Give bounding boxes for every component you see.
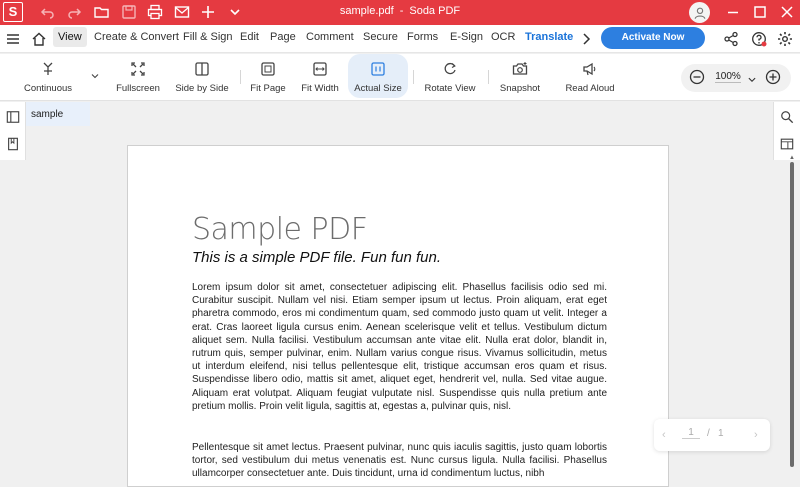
menu-page[interactable]: Page: [270, 31, 296, 43]
menu-create-convert[interactable]: Create & Convert: [94, 31, 179, 43]
toolbar-divider: [488, 70, 489, 84]
zoom-out-icon[interactable]: [689, 69, 707, 87]
tool-side-by-side[interactable]: Side by Side: [175, 54, 229, 98]
open-folder-icon[interactable]: [94, 4, 110, 20]
camera-icon: [511, 60, 529, 78]
add-icon[interactable]: [200, 4, 216, 20]
soda-pdf-logo: S: [3, 2, 23, 22]
toolbar-divider: [240, 70, 241, 84]
fit-width-icon: [311, 60, 329, 78]
menu-edit[interactable]: Edit: [240, 31, 259, 43]
current-page-input[interactable]: 1: [682, 427, 700, 439]
print-icon[interactable]: [147, 4, 163, 20]
title-separator: -: [399, 5, 404, 17]
close-icon[interactable]: [779, 4, 795, 20]
fullscreen-icon: [129, 60, 147, 78]
tool-fullscreen[interactable]: Fullscreen: [116, 54, 160, 98]
home-icon[interactable]: [31, 31, 47, 47]
pdf-subtitle: This is a simple PDF file. Fun fun fun.: [192, 249, 441, 266]
right-panel-rail: [773, 102, 800, 160]
vertical-scrollbar[interactable]: ▲: [789, 155, 796, 487]
search-icon[interactable]: [780, 110, 796, 126]
view-toolbar: Continuous Fullscreen Side by Side Fit P…: [0, 54, 800, 101]
redo-icon[interactable]: [66, 4, 82, 20]
menu-fill-sign[interactable]: Fill & Sign: [183, 31, 233, 43]
pdf-paragraph: Pellentesque sit amet lectus. Praesent p…: [192, 442, 607, 480]
undo-icon[interactable]: [40, 4, 56, 20]
rotate-icon: [441, 60, 459, 78]
tool-fullscreen-label: Fullscreen: [116, 83, 160, 94]
left-panel-rail: [0, 102, 26, 160]
pdf-title: Sample PDF: [192, 212, 368, 247]
maximize-icon[interactable]: [752, 4, 768, 20]
chevron-right-icon[interactable]: [578, 31, 594, 47]
scrollbar-thumb[interactable]: [790, 162, 794, 467]
email-icon[interactable]: [174, 4, 190, 20]
user-avatar-icon[interactable]: [689, 2, 710, 23]
continuous-icon: [39, 60, 57, 78]
tool-read-aloud[interactable]: Read Aloud: [563, 54, 617, 98]
save-icon[interactable]: [121, 4, 137, 20]
help-icon[interactable]: [751, 31, 767, 47]
zoom-level-input[interactable]: 100%: [715, 71, 741, 83]
app-name: Soda PDF: [409, 5, 461, 17]
menu-e-sign[interactable]: E-Sign: [450, 31, 483, 43]
actual-size-icon: [369, 60, 387, 78]
menu-ocr[interactable]: OCR: [491, 31, 515, 43]
zoom-control: 100%: [681, 64, 791, 92]
menu-forms[interactable]: Forms: [407, 31, 438, 43]
menu-view[interactable]: View: [53, 27, 87, 47]
menu-secure[interactable]: Secure: [363, 31, 398, 43]
side-by-side-icon: [193, 60, 211, 78]
properties-panel-icon[interactable]: [780, 137, 796, 153]
menu-comment[interactable]: Comment: [306, 31, 354, 43]
file-name: sample.pdf: [339, 5, 394, 17]
window-title: sample.pdf - Soda PDF: [0, 5, 800, 17]
total-pages: 1: [718, 428, 724, 439]
tool-actual-size[interactable]: Actual Size: [348, 54, 408, 98]
tool-read-aloud-label: Read Aloud: [565, 83, 615, 94]
document-tab[interactable]: sample: [26, 102, 90, 126]
pdf-page: Sample PDF This is a simple PDF file. Fu…: [127, 145, 669, 487]
tool-fit-width-label: Fit Width: [301, 83, 339, 94]
tool-continuous-label: Continuous: [23, 83, 73, 94]
zoom-dropdown-chevron-icon[interactable]: [747, 72, 757, 83]
tool-continuous[interactable]: Continuous: [24, 54, 72, 98]
tool-snapshot-label: Snapshot: [499, 83, 541, 94]
previous-page-icon[interactable]: ‹: [662, 429, 666, 441]
share-icon[interactable]: [723, 31, 739, 47]
activate-now-button[interactable]: Activate Now: [601, 27, 705, 49]
tool-rotate-view[interactable]: Rotate View: [424, 54, 476, 98]
next-page-icon[interactable]: ›: [754, 429, 758, 441]
tool-side-by-side-label: Side by Side: [175, 83, 229, 94]
fit-page-icon: [259, 60, 277, 78]
panel-toggle-icon[interactable]: [6, 110, 22, 126]
tool-fit-page[interactable]: Fit Page: [250, 54, 286, 98]
pdf-paragraph: Lorem ipsum dolor sit amet, consectetuer…: [192, 282, 607, 412]
scroll-up-arrow-icon[interactable]: ▲: [789, 155, 795, 161]
tool-rotate-view-label: Rotate View: [424, 83, 476, 94]
title-bar: S sample.pdf - Soda PDF: [0, 0, 800, 25]
tool-fit-width[interactable]: Fit Width: [300, 54, 340, 98]
page-navigator: ‹ 1 / 1 ›: [654, 419, 770, 451]
minimize-icon[interactable]: [725, 4, 741, 20]
chevron-down-icon[interactable]: [227, 4, 243, 20]
hamburger-menu-icon[interactable]: [5, 31, 21, 47]
zoom-in-icon[interactable]: [765, 69, 783, 87]
menu-translate[interactable]: Translate: [525, 31, 573, 43]
read-aloud-megaphone-icon: [581, 60, 599, 78]
tool-fit-page-label: Fit Page: [250, 83, 286, 94]
page-separator: /: [707, 428, 710, 439]
tool-snapshot[interactable]: Snapshot: [498, 54, 542, 98]
bookmark-icon[interactable]: [6, 137, 22, 153]
settings-gear-icon[interactable]: [777, 31, 793, 47]
toolbar-divider: [413, 70, 414, 84]
tool-actual-size-label: Actual Size: [354, 83, 402, 94]
continuous-dropdown-chevron-icon[interactable]: [89, 68, 101, 84]
